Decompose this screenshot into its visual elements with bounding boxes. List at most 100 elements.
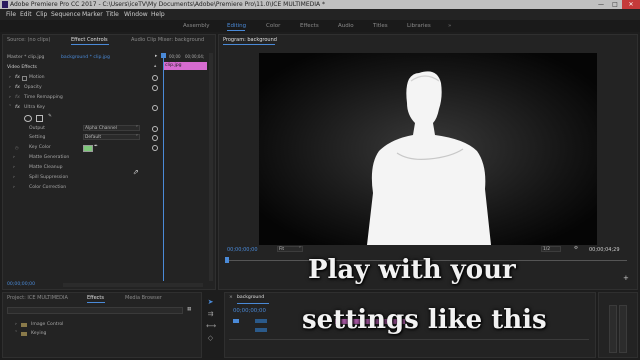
menu-bar: File Edit Clip Sequence Marker Title Win… (0, 9, 640, 20)
menu-edit[interactable]: Edit (20, 9, 32, 20)
menu-sequence[interactable]: Sequence (51, 9, 81, 20)
eyedropper-icon[interactable]: ✒ (94, 144, 98, 150)
source-panel-tabs: Source: (no clips) Effect Controls Audio… (3, 35, 215, 45)
opacity-reset-icon[interactable] (152, 85, 158, 91)
active-tab-underline (87, 302, 105, 303)
track-divider (229, 339, 589, 340)
ellipse-mask-icon[interactable] (24, 115, 32, 122)
overlay-caption-line1: Play with your (308, 255, 516, 285)
new-bin-icon[interactable]: ▦ (187, 307, 191, 313)
output-reset-icon[interactable] (152, 126, 158, 132)
menu-clip[interactable]: Clip (36, 9, 47, 20)
scroll-up-icon[interactable]: ▴ (154, 64, 156, 70)
project-tabs: Project: ICE MULTIMEDIA Effects Media Br… (3, 293, 201, 303)
setting-reset-icon[interactable] (152, 135, 158, 141)
motion-reset-icon[interactable] (152, 75, 158, 81)
key-color-stopwatch-icon[interactable]: ◷ (15, 145, 19, 151)
color-correction-label[interactable]: Color Correction (29, 185, 66, 191)
timeline-timecode[interactable]: 00;00;00;00 (233, 308, 266, 314)
opacity-fx-icon[interactable]: fx (15, 85, 20, 91)
workspace-overflow-icon[interactable]: » (448, 20, 451, 32)
tab-project[interactable]: Project: ICE MULTIMEDIA (7, 293, 68, 303)
motion-fx-icon[interactable]: fx (15, 75, 20, 81)
effects-item-image-control[interactable]: Image Control (31, 322, 63, 328)
razor-tool-icon[interactable]: ◇ (206, 334, 215, 343)
snap-toggle[interactable] (233, 319, 239, 323)
program-timecode-current[interactable]: 00;00;00;00 (227, 247, 258, 253)
collapse-arrow-icon[interactable]: ▸ (155, 54, 157, 60)
effects-search-input[interactable] (7, 307, 183, 314)
opacity-label: Opacity (24, 85, 42, 90)
vertical-scrollbar[interactable] (209, 53, 213, 281)
workspace-bar: Assembly Editing Color Effects Audio Tit… (0, 20, 640, 32)
timeline-sequence-tab[interactable]: background (237, 295, 264, 301)
effect-controls-timecode[interactable]: 00;00;00;00 (7, 282, 35, 288)
motion-transform-icon[interactable] (22, 76, 27, 81)
audio-meter-right (619, 305, 627, 353)
setting-label: Setting (29, 135, 46, 140)
clip-bar[interactable]: clip.jpg (163, 62, 207, 70)
opacity-expand-icon[interactable]: › (9, 85, 11, 91)
tab-source[interactable]: Source: (no clips) (7, 35, 50, 45)
minimize-button[interactable]: — (594, 0, 608, 9)
program-video-frame[interactable] (259, 53, 597, 245)
matte-generation-expand-icon[interactable]: › (13, 155, 15, 161)
project-panel: Project: ICE MULTIMEDIA Effects Media Br… (2, 292, 202, 358)
resolution-dropdown[interactable]: 1/2 (541, 246, 561, 252)
effect-controls-panel: Source: (no clips) Effect Controls Audio… (2, 34, 216, 290)
folder-icon (21, 332, 27, 336)
ultra-key-reset-icon[interactable] (152, 105, 158, 111)
rectangle-mask-icon[interactable] (36, 115, 43, 122)
close-button[interactable]: ✕ (622, 0, 640, 9)
folder-expand-icon[interactable]: › (15, 322, 17, 328)
motion-expand-icon[interactable]: › (9, 75, 11, 81)
spill-suppression-expand-icon[interactable]: › (13, 175, 15, 181)
workspace-color[interactable]: Color (266, 20, 280, 32)
workspace-effects[interactable]: Effects (300, 20, 319, 32)
tab-audio-clip-mixer[interactable]: Audio Clip Mixer: background (131, 35, 204, 45)
color-correction-expand-icon[interactable]: › (13, 185, 15, 191)
timeline-close-icon[interactable]: × (229, 295, 233, 301)
tab-media-browser[interactable]: Media Browser (125, 293, 162, 303)
active-workspace-underline (227, 30, 245, 31)
sequence-clip-label[interactable]: background * clip.jpg (61, 55, 110, 61)
output-value: Alpha Channel (85, 126, 117, 131)
maximize-button[interactable]: □ (608, 0, 622, 9)
ripple-edit-tool-icon[interactable]: ⟷ (206, 322, 216, 331)
menu-title[interactable]: Title (106, 9, 119, 20)
playhead-handle[interactable] (161, 53, 166, 58)
fit-dropdown[interactable]: Fit ˅ (277, 246, 303, 252)
program-playhead[interactable] (225, 257, 229, 263)
folder-expand-icon[interactable]: ˅ (15, 331, 17, 337)
menu-window[interactable]: Window (124, 9, 148, 20)
track-select-tool-icon[interactable]: ⇉ (206, 310, 215, 319)
menu-help[interactable]: Help (151, 9, 165, 20)
key-color-reset-icon[interactable] (152, 145, 158, 151)
menu-file[interactable]: File (6, 9, 16, 20)
menu-marker[interactable]: Marker (82, 9, 103, 20)
settings-wrench-icon[interactable]: ⚙ (574, 246, 578, 252)
setting-dropdown[interactable]: Default ˅ (83, 134, 140, 140)
matte-cleanup-label[interactable]: Matte Cleanup (29, 165, 63, 171)
output-dropdown[interactable]: Alpha Channel ˅ (83, 125, 140, 131)
track-target-toggle[interactable] (255, 328, 267, 332)
pen-mask-icon[interactable]: ✎ (48, 114, 52, 120)
matte-generation-label[interactable]: Matte Generation (29, 155, 69, 161)
matte-cleanup-expand-icon[interactable]: › (13, 165, 15, 171)
workspace-titles[interactable]: Titles (373, 20, 388, 32)
workspace-libraries[interactable]: Libraries (407, 20, 431, 32)
ultra-key-expand-icon[interactable]: ˅ (9, 105, 11, 111)
selection-tool-icon[interactable]: ➤ (206, 298, 215, 307)
master-clip-label[interactable]: Master * clip.jpg (7, 55, 44, 61)
key-color-swatch[interactable] (83, 145, 93, 152)
spill-suppression-label[interactable]: Spill Suppression (29, 175, 68, 181)
workspace-audio[interactable]: Audio (338, 20, 354, 32)
add-button-icon[interactable]: + (623, 275, 629, 282)
linked-selection-toggle[interactable] (255, 319, 267, 323)
program-timecode-duration: 00;00;04;29 (589, 247, 620, 253)
time-remap-expand-icon[interactable]: › (9, 95, 11, 101)
ultra-key-fx-icon[interactable]: fx (15, 105, 20, 111)
effects-item-keying[interactable]: Keying (31, 331, 46, 337)
horizontal-scrollbar[interactable] (63, 283, 203, 287)
workspace-assembly[interactable]: Assembly (183, 20, 210, 32)
